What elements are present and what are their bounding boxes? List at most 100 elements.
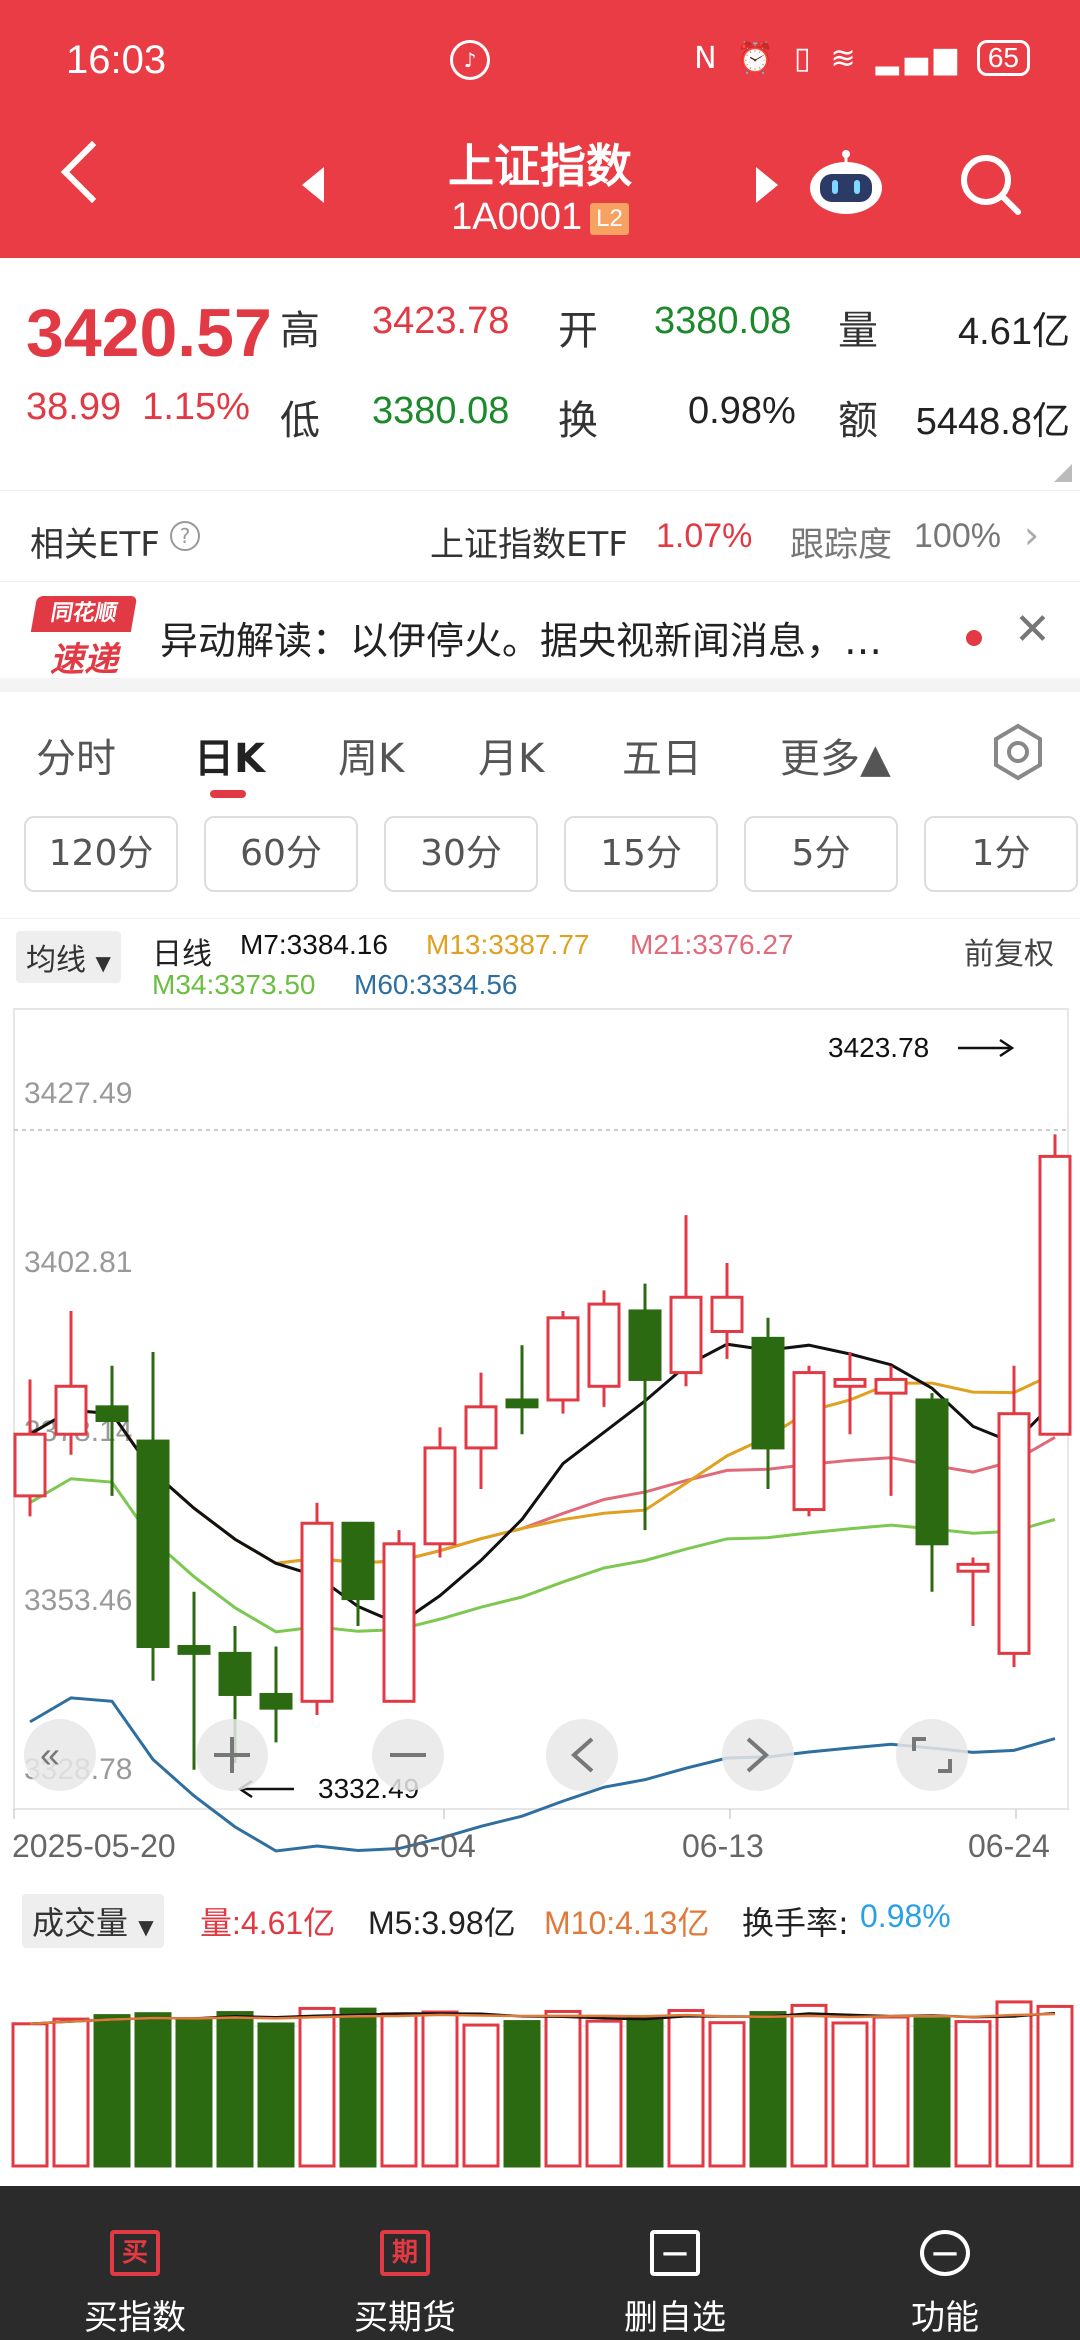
x-tick-label: 06-13 [682, 1828, 764, 1864]
candle-body [915, 1398, 949, 1546]
candle-body [136, 1439, 170, 1649]
candle-body [423, 1446, 457, 1546]
robot-assistant-icon[interactable] [806, 150, 886, 216]
bottom-nav: 买 买指数 期 买期货 — 删自选 — 功能 [0, 2186, 1080, 2340]
related-etf-row[interactable]: 相关ETF ? 上证指数ETF 1.07% 跟踪度 100% › [0, 490, 1080, 582]
nav-buy-futures[interactable]: 期 买期货 [270, 2186, 540, 2340]
ma60-value: M60:3334.56 [354, 969, 518, 1000]
candle-body [13, 1432, 47, 1498]
alarm-icon: ⏰ [736, 40, 780, 76]
etf-label: 相关ETF [30, 525, 160, 565]
period-60min[interactable]: 60分 [204, 816, 358, 892]
nav-buy-index[interactable]: 买 买指数 [0, 2186, 270, 2340]
stock-code-row: 1A0001 L2 [0, 196, 1080, 239]
period-120min[interactable]: 120分 [24, 816, 178, 892]
volume-value: 4.61亿 [958, 311, 1070, 353]
open-label: 开 [558, 308, 598, 354]
track-value: 100% [914, 517, 1001, 555]
volume-bar [11, 2022, 49, 2168]
stock-code: 1A0001 [451, 196, 583, 238]
svg-text:«: « [40, 1734, 60, 1775]
scroll-right-button[interactable] [722, 1719, 794, 1791]
high-label: 高 [280, 308, 320, 354]
adjust-mode[interactable]: 前复权 [964, 929, 1054, 973]
tab-intraday[interactable]: 分时 [36, 726, 116, 784]
nav-buy-index-label: 买指数 [84, 2298, 186, 2338]
tab-more[interactable]: 更多▲ [780, 726, 891, 784]
status-icons: N ⏰ ▯ ≋ ▂▄▆ 65 [694, 40, 1030, 76]
volume-chart[interactable] [0, 1946, 1080, 2186]
low-value: 3380.08 [372, 390, 510, 432]
status-time: 16:03 [66, 38, 167, 82]
tab-daily-k[interactable]: 日K [194, 726, 265, 784]
close-icon[interactable]: ✕ [1014, 604, 1051, 655]
fullscreen-button[interactable] [896, 1719, 968, 1791]
news-ticker[interactable]: 同花顺 速递 异动解读：以伊停火。据央视新闻消息，… ✕ [0, 582, 1080, 692]
volume-bar [995, 2000, 1033, 2168]
period-30min[interactable]: 30分 [384, 816, 538, 892]
nav-remove-watchlist[interactable]: — 删自选 [540, 2186, 810, 2340]
etf-name: 上证指数ETF [430, 525, 628, 565]
volume-bar [216, 2011, 254, 2168]
fast-back-button[interactable]: « [24, 1719, 96, 1791]
candle-body [751, 1336, 785, 1450]
tab-five-day[interactable]: 五日 [622, 726, 702, 784]
candle-body [1038, 1154, 1072, 1436]
volume-bar [298, 2006, 336, 2168]
candle-body [341, 1521, 375, 1601]
current-price: 3420.57 [26, 295, 272, 371]
ma-select[interactable]: 均线 ▼ [16, 931, 121, 983]
change-percent: 1.15% [142, 386, 250, 428]
l2-badge: L2 [590, 202, 629, 235]
low-label: 低 [280, 398, 320, 444]
candle-body [54, 1384, 88, 1436]
nav-functions[interactable]: — 功能 [810, 2186, 1080, 2340]
dropdown-icon: ▼ [138, 1915, 154, 1939]
candle-body [382, 1542, 416, 1703]
open-value: 3380.08 [654, 300, 792, 342]
etf-percent: 1.07% [656, 517, 753, 555]
battery-icon: 65 [976, 40, 1030, 76]
scroll-left-button[interactable] [546, 1719, 618, 1791]
candle-body [95, 1405, 129, 1423]
volume-bar [544, 2009, 582, 2168]
volume-bar [708, 2021, 746, 2168]
period-1min[interactable]: 1分 [924, 816, 1078, 892]
track-label: 跟踪度 [790, 525, 892, 565]
chart-tabs: 分时 日K 周K 月K 五日 更多▲ [0, 706, 1080, 806]
next-stock-button[interactable] [756, 167, 778, 203]
ma34-value: M34:3373.50 [152, 969, 316, 1000]
volume-value: 量:4.61亿 [200, 1905, 336, 1941]
settings-gear-icon[interactable] [988, 722, 1048, 782]
kline-chart[interactable]: 3427.493402.813378.143353.463328.78 2025… [0, 1005, 1080, 1885]
change-value: 38.99 [26, 386, 122, 428]
futures-icon: 期 [380, 2230, 430, 2276]
volume-bar [175, 2018, 213, 2168]
news-text: 异动解读：以伊停火。据央视新闻消息，… [160, 619, 883, 663]
volume-bar [462, 2023, 500, 2168]
candle-body [300, 1521, 334, 1703]
period-5min[interactable]: 5分 [744, 816, 898, 892]
candle-body [792, 1371, 826, 1512]
menu-circle-icon: — [920, 2230, 970, 2276]
help-icon[interactable]: ? [170, 521, 200, 551]
expand-corner-icon[interactable] [1054, 464, 1072, 482]
zoom-out-button[interactable] [372, 1719, 444, 1791]
zoom-in-button[interactable] [196, 1719, 268, 1791]
notification-icon: ♪ [450, 40, 490, 80]
candle-body [997, 1412, 1031, 1655]
volume-bar [421, 2010, 459, 2168]
page-title: 上证指数 [448, 139, 632, 193]
tab-weekly-k[interactable]: 周K [338, 726, 404, 784]
candle-body [587, 1302, 621, 1388]
volume-select[interactable]: 成交量 ▼ [22, 1894, 164, 1948]
candle-body [546, 1316, 580, 1402]
period-15min[interactable]: 15分 [564, 816, 718, 892]
high-value: 3423.78 [372, 300, 510, 342]
nav-remove-watchlist-label: 删自选 [624, 2298, 726, 2338]
volume-bar [52, 2017, 90, 2168]
turnover-label: 换 [558, 398, 598, 444]
search-icon[interactable] [958, 152, 1022, 216]
tab-monthly-k[interactable]: 月K [478, 726, 544, 784]
candle-body [956, 1562, 990, 1573]
